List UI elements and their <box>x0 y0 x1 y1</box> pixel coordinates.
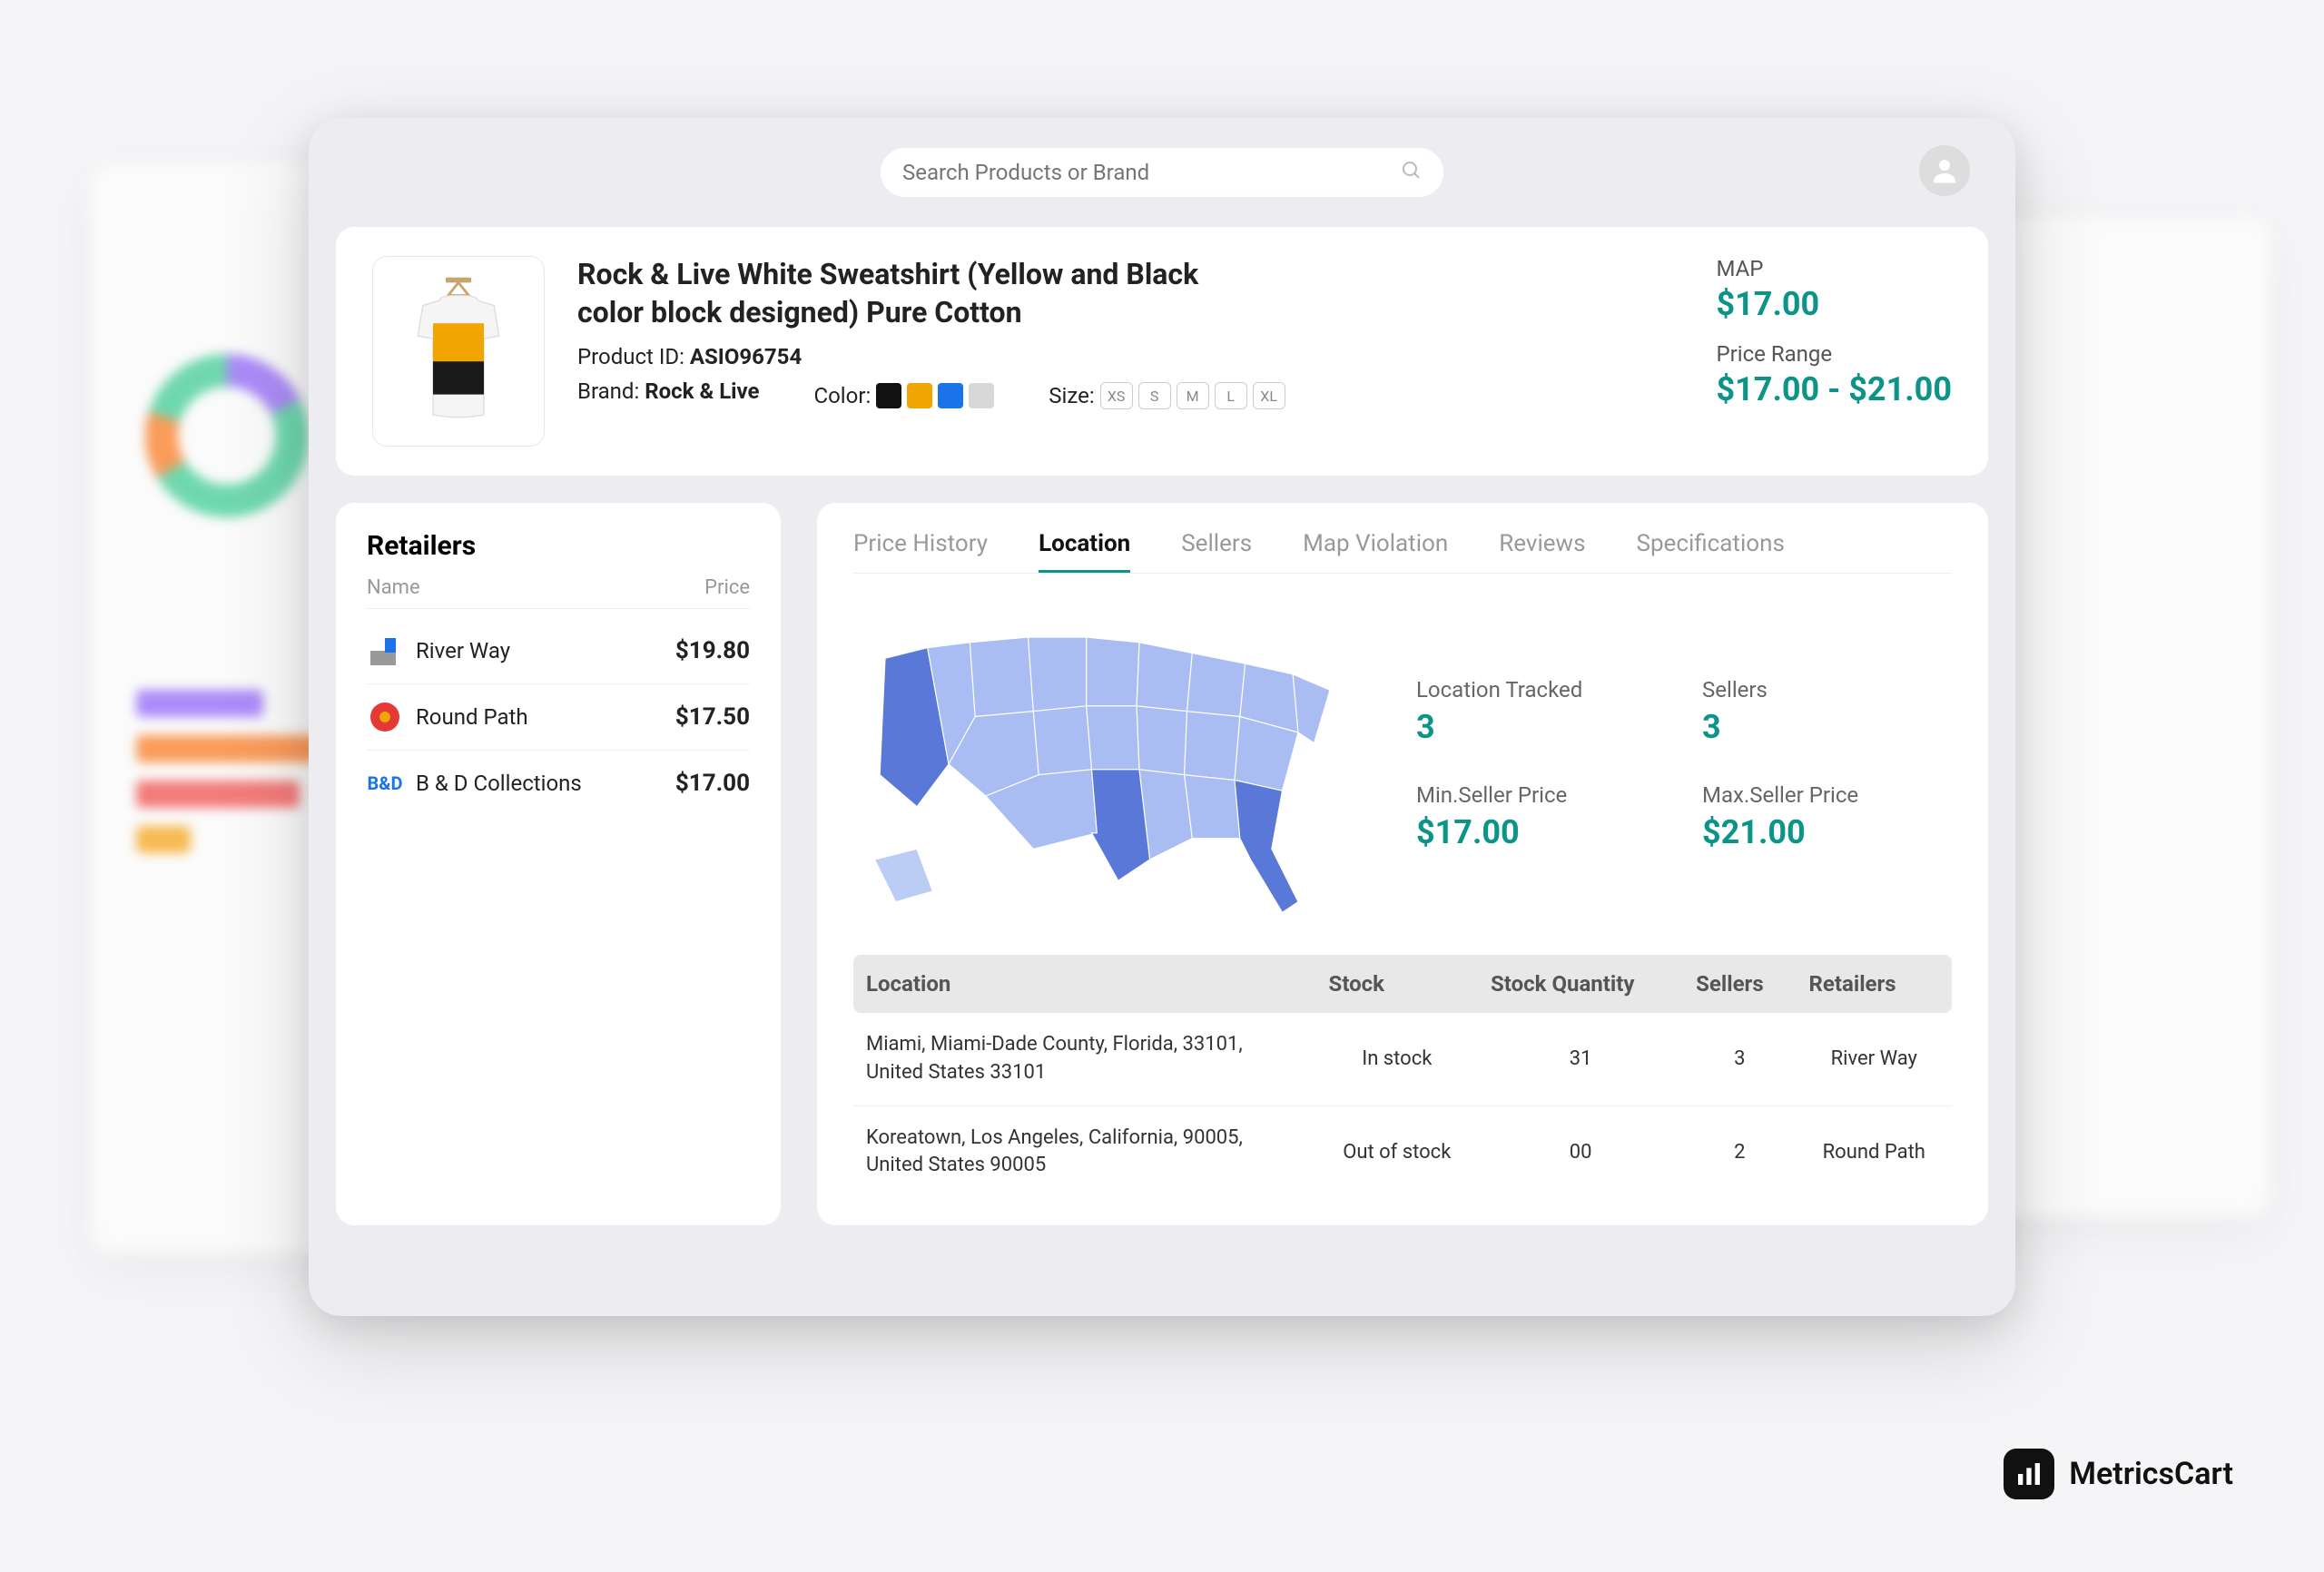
tab-specifications[interactable]: Specifications <box>1637 530 1785 573</box>
stat-min-value: $17.00 <box>1416 813 1666 851</box>
size-option[interactable]: XL <box>1253 382 1285 409</box>
main-panel: Price History Location Sellers Map Violatio… <box>817 503 1988 1225</box>
cell-stock: In stock <box>1316 1013 1478 1105</box>
stat-max-value: $21.00 <box>1702 813 1952 851</box>
product-image <box>372 256 545 447</box>
table-row: Miami, Miami-Dade County, Florida, 33101… <box>853 1013 1952 1105</box>
size-option[interactable]: M <box>1177 382 1209 409</box>
retailers-head-name: Name <box>367 576 420 599</box>
stat-sellers-value: 3 <box>1702 708 1952 746</box>
color-swatch[interactable] <box>938 383 963 408</box>
retailers-head-price: Price <box>704 576 750 599</box>
color-swatch[interactable] <box>907 383 932 408</box>
metricscart-logo: MetricsCart <box>2004 1449 2233 1499</box>
tab-map-violation[interactable]: Map Violation <box>1303 530 1448 573</box>
search-box[interactable] <box>881 148 1443 197</box>
tabs: Price History Location Sellers Map Violatio… <box>853 530 1952 574</box>
map-label: MAP <box>1716 256 1952 281</box>
retailers-panel: Retailers Name Price River Way $19.80 Roun… <box>336 503 781 1225</box>
range-label: Price Range <box>1716 341 1952 367</box>
search-icon <box>1400 159 1422 186</box>
tab-location[interactable]: Location <box>1039 530 1130 573</box>
retailer-row[interactable]: Round Path $17.50 <box>367 684 750 751</box>
range-value: $17.00 - $21.00 <box>1716 370 1952 408</box>
size-option[interactable]: XS <box>1100 382 1133 409</box>
metricscart-icon <box>2004 1449 2054 1499</box>
retailers-title: Retailers <box>367 530 750 562</box>
retailer-row[interactable]: River Way $19.80 <box>367 618 750 684</box>
color-swatch[interactable] <box>969 383 994 408</box>
cell-location: Miami, Miami-Dade County, Florida, 33101… <box>853 1013 1316 1105</box>
avatar[interactable] <box>1919 145 1970 196</box>
color-swatches <box>876 383 994 408</box>
th-stock: Stock <box>1316 955 1478 1013</box>
cell-qty: 31 <box>1478 1013 1683 1105</box>
retailer-logo <box>367 633 403 669</box>
color-swatch[interactable] <box>876 383 901 408</box>
retailer-price: $17.50 <box>675 703 750 731</box>
retailer-logo: B&D <box>367 765 403 801</box>
size-label: Size: <box>1049 383 1094 408</box>
product-id: ASIO96754 <box>690 344 802 369</box>
location-table: Location Stock Stock Quantity Sellers Re… <box>853 955 1952 1198</box>
retailer-price: $17.00 <box>675 770 750 797</box>
tab-price-history[interactable]: Price History <box>853 530 988 573</box>
product-id-label: Product ID: <box>577 344 684 369</box>
metricscart-text: MetricsCart <box>2069 1456 2233 1492</box>
cell-retailers: River Way <box>1797 1013 1952 1105</box>
size-options: XSSMLXL <box>1100 382 1285 409</box>
stat-max-label: Max.Seller Price <box>1702 782 1952 808</box>
retailer-logo <box>367 699 403 735</box>
map-value: $17.00 <box>1716 285 1952 323</box>
product-card: Rock & Live White Sweatshirt (Yellow and… <box>336 227 1988 476</box>
topbar <box>336 145 1988 200</box>
cell-stock: Out of stock <box>1316 1105 1478 1198</box>
th-sellers: Sellers <box>1683 955 1796 1013</box>
retailer-row[interactable]: B&D B & D Collections $17.00 <box>367 751 750 816</box>
retailer-name: Round Path <box>416 704 528 730</box>
ghost-donut <box>136 345 318 526</box>
retailer-name: B & D Collections <box>416 771 582 796</box>
product-title: Rock & Live White Sweatshirt (Yellow and… <box>577 256 1231 331</box>
retailer-name: River Way <box>416 638 510 663</box>
app-window: Rock & Live White Sweatshirt (Yellow and… <box>309 118 2015 1316</box>
stat-sellers-label: Sellers <box>1702 677 1952 702</box>
search-input[interactable] <box>902 160 1400 185</box>
price-panel: MAP $17.00 Price Range $17.00 - $21.00 <box>1716 256 1952 447</box>
cell-location: Koreatown, Los Angeles, California, 9000… <box>853 1105 1316 1198</box>
tab-reviews[interactable]: Reviews <box>1499 530 1585 573</box>
th-location: Location <box>853 955 1316 1013</box>
size-option[interactable]: L <box>1215 382 1247 409</box>
stats-grid: Location Tracked 3 Sellers 3 Min.Seller … <box>1416 601 1952 928</box>
size-option[interactable]: S <box>1138 382 1171 409</box>
table-row: Koreatown, Los Angeles, California, 9000… <box>853 1105 1952 1198</box>
cell-sellers: 2 <box>1683 1105 1796 1198</box>
stat-loc-value: 3 <box>1416 708 1666 746</box>
tab-sellers[interactable]: Sellers <box>1181 530 1252 573</box>
cell-retailers: Round Path <box>1797 1105 1952 1198</box>
product-info: Rock & Live White Sweatshirt (Yellow and… <box>577 256 1683 447</box>
brand-label: Brand: <box>577 378 639 404</box>
retailer-price: $19.80 <box>675 637 750 664</box>
th-retailers: Retailers <box>1797 955 1952 1013</box>
th-qty: Stock Quantity <box>1478 955 1683 1013</box>
stat-loc-label: Location Tracked <box>1416 677 1666 702</box>
product-id-row: Product ID: ASIO96754 <box>577 344 1683 369</box>
brand-value: Rock & Live <box>645 378 759 404</box>
cell-qty: 00 <box>1478 1105 1683 1198</box>
brand-row: Brand: Rock & Live <box>577 378 760 404</box>
stat-min-label: Min.Seller Price <box>1416 782 1666 808</box>
color-label: Color: <box>814 383 872 408</box>
us-map[interactable] <box>853 601 1362 928</box>
cell-sellers: 3 <box>1683 1013 1796 1105</box>
